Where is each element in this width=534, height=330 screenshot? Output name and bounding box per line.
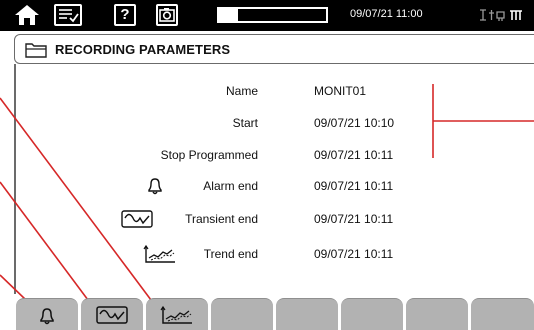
tab-empty-7[interactable] [406,298,468,330]
tab-trend[interactable] [146,298,208,330]
callout-line-transient [0,181,89,301]
tab-empty-4[interactable] [211,298,273,330]
bell-icon [40,308,54,325]
tab-transient[interactable] [81,298,143,330]
trend-curve-icon [160,305,192,324]
tab-empty-5[interactable] [276,298,338,330]
callout-annotations [0,84,534,301]
transient-wave-icon [96,306,128,324]
tab-empty-6[interactable] [341,298,403,330]
tab-empty-8[interactable] [471,298,534,330]
callout-line-trend [0,97,152,301]
function-key-bar [0,294,534,330]
tab-alarm[interactable] [16,298,78,330]
